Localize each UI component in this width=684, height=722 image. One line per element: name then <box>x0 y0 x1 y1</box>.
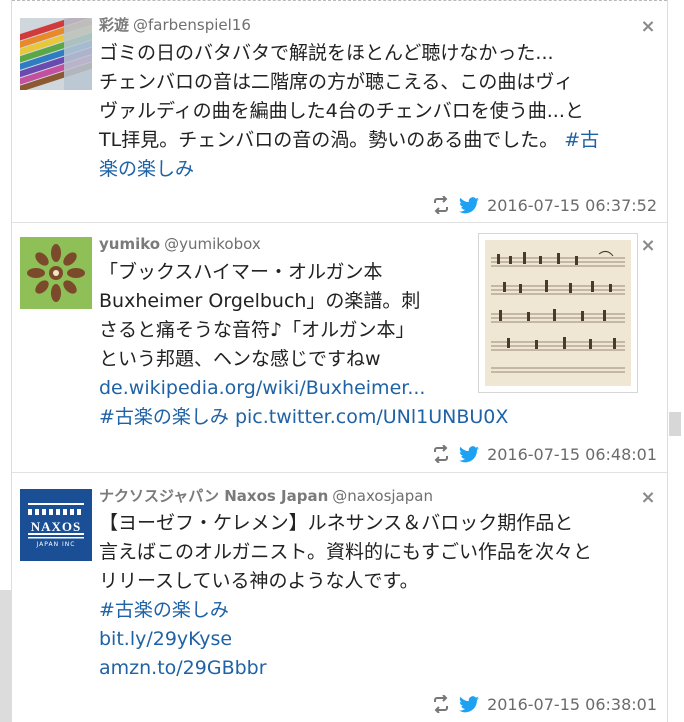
retweet-icon[interactable] <box>431 196 451 214</box>
naxos-logo-subtext: JAPAN INC <box>36 541 76 548</box>
wikipedia-link[interactable]: de.wikipedia.org/wiki/Buxheimer... <box>99 377 425 399</box>
tweet-text: 「ブックスハイマー・オルガン本 Buxheimer Orgelbuch」の楽譜。… <box>99 258 508 432</box>
author-handle[interactable]: @farbenspiel16 <box>133 16 251 34</box>
avatar[interactable] <box>20 18 92 90</box>
timestamp[interactable]: 2016-07-15 06:38:01 <box>487 695 657 714</box>
tweet-header: 彩遊 @farbenspiel16 <box>99 14 251 35</box>
close-icon[interactable]: × <box>639 489 657 507</box>
left-gutter-shade <box>0 590 11 722</box>
author-name[interactable]: ナクソスジャパン Naxos Japan <box>99 487 328 505</box>
tweet-footer: 2016-07-15 06:48:01 <box>431 443 657 465</box>
hashtag-link[interactable]: #古楽の楽しみ <box>99 406 229 428</box>
tweet-header: yumiko @yumikobox <box>99 235 261 253</box>
flower-pattern-avatar-icon <box>20 237 92 309</box>
retweet-icon[interactable] <box>431 695 451 713</box>
hashtag-link[interactable]: 楽の楽しみ <box>99 158 194 180</box>
author-handle[interactable]: @naxosjapan <box>332 487 433 505</box>
tweet-text-line: という邦題、ヘンな感じですねw <box>99 348 381 370</box>
tweet-item: yumiko @yumikobox × 「ブックスハイマー・オルガン本 Buxh… <box>12 223 667 473</box>
tweet-text-line: リリースしている神のような人です。 <box>99 570 419 592</box>
twitter-bird-icon[interactable] <box>459 196 480 214</box>
scrollbar-track[interactable] <box>666 0 684 722</box>
tweet-feed: 彩遊 @farbenspiel16 × ゴミの日のバタバタで解説をほとんど聴けなか… <box>11 0 668 722</box>
hashtag-link[interactable]: #古楽の楽しみ <box>99 599 229 621</box>
timestamp[interactable]: 2016-07-15 06:37:52 <box>487 196 657 215</box>
retweet-icon[interactable] <box>431 445 451 463</box>
timestamp[interactable]: 2016-07-15 06:48:01 <box>487 445 657 464</box>
tweet-text-line: 【ヨーゼフ・ケレメン】ルネサンス＆バロック期作品と <box>99 512 574 534</box>
tweet-text-line: Buxheimer Orgelbuch」の楽譜。刺 <box>99 290 421 312</box>
tweet-text-line: ゴミの日のバタバタで解説をほとんど聴けなかった... <box>99 42 554 64</box>
naxos-logo-text: NAXOS <box>30 519 82 534</box>
tweet-text: ゴミの日のバタバタで解説をほとんど聴けなかった... チェンバロの音は二階席の方… <box>99 39 659 184</box>
author-name[interactable]: 彩遊 <box>99 16 129 34</box>
tweet-image-thumbnail[interactable] <box>478 233 638 393</box>
scrollbar-thumb[interactable] <box>669 412 681 436</box>
twitter-bird-icon[interactable] <box>459 445 480 463</box>
tweet-item: 彩遊 @farbenspiel16 × ゴミの日のバタバタで解説をほとんど聴けなか… <box>12 4 667 223</box>
tweet-text-line: 「ブックスハイマー・オルガン本 <box>99 261 383 283</box>
tweet-header: ナクソスジャパン Naxos Japan @naxosjapan <box>99 485 433 506</box>
sheet-music-image-icon <box>485 240 631 386</box>
tweet-footer: 2016-07-15 06:38:01 <box>431 693 657 715</box>
avatar[interactable] <box>20 237 92 309</box>
tweet-text-line: 言えばこのオルガニスト。資料的にもすごい作品を次々と <box>99 541 593 563</box>
colored-pencils-avatar-icon <box>20 18 92 90</box>
twitter-bird-icon[interactable] <box>459 695 480 713</box>
avatar[interactable]: NAXOS JAPAN INC <box>20 489 92 561</box>
amazon-link[interactable]: amzn.to/29GBbbr <box>99 657 267 679</box>
close-icon[interactable]: × <box>639 237 657 255</box>
tweet-text-line: ヴァルディの曲を編曲した4台のチェンバロを使う曲...と <box>99 100 584 122</box>
bitly-link[interactable]: bit.ly/29yKyse <box>99 628 232 650</box>
tweet-footer: 2016-07-15 06:37:52 <box>431 194 657 216</box>
tweet-text-line: さると痛そうな音符♪「オルガン本」 <box>99 319 415 341</box>
pic-twitter-link[interactable]: pic.twitter.com/UNl1UNBU0X <box>235 406 508 428</box>
left-gutter <box>0 0 11 722</box>
tweet-item: NAXOS JAPAN INC ナクソスジャパン Naxos Japan @nax… <box>12 473 667 722</box>
author-handle[interactable]: @yumikobox <box>164 235 261 253</box>
close-icon[interactable]: × <box>639 18 657 36</box>
tweet-text-line: チェンバロの音は二階席の方が聴こえる、この曲はヴィ <box>99 71 574 93</box>
tweet-text-line: TL拝見。チェンバロの音の渦。勢いのある曲でした。 #古 <box>99 129 600 151</box>
tweet-text-line: 楽の楽しみ <box>99 155 659 184</box>
hashtag-link[interactable]: #古 <box>564 129 599 151</box>
author-name[interactable]: yumiko <box>99 235 160 253</box>
tweet-text: 【ヨーゼフ・ケレメン】ルネサンス＆バロック期作品と 言えばこのオルガニスト。資料… <box>99 509 659 683</box>
